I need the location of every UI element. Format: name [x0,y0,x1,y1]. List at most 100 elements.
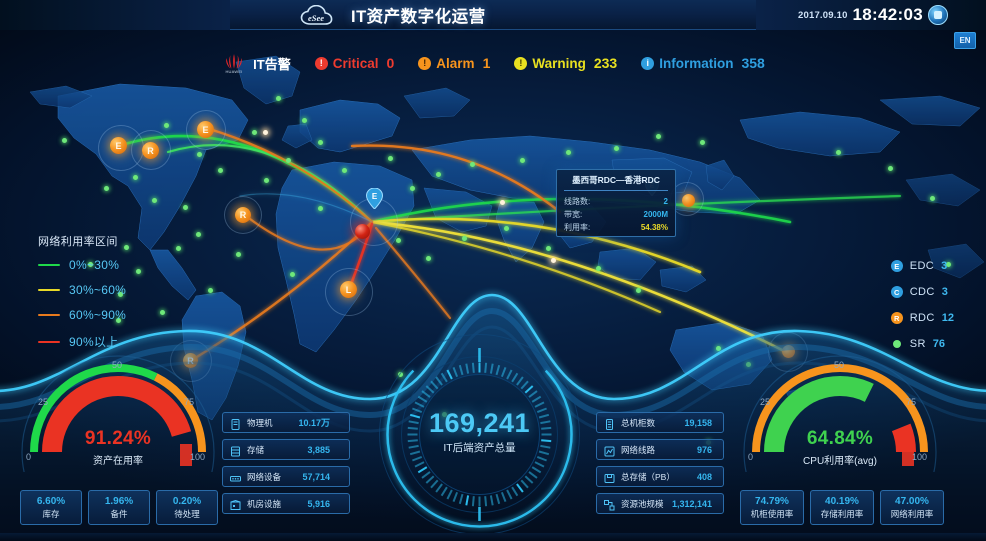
pill-label: 存储 [247,444,265,455]
map-pin-edc[interactable]: E [365,187,384,210]
sr-node-dot [700,140,705,145]
pill-value: 5,916 [307,498,330,509]
legend-row: 0%~30% [38,258,126,272]
gauge-tick-25: 25 [38,397,49,407]
dashboard-stage: E R E R L R E E [0,0,986,541]
tooltip-title: 墨西哥RDC—香港RDC [564,174,668,191]
pill-value: 1,312,141 [671,498,712,509]
stat-value: 47.00% [895,495,929,507]
map-node-rdc[interactable]: R [235,207,251,223]
sr-node-dot [342,168,347,173]
svg-text:HUAWEI: HUAWEI [226,69,243,74]
sr-node-dot [196,232,201,237]
svg-text:E: E [372,192,378,201]
pill-network-lines[interactable]: 网络线路 976 [596,439,724,460]
alarm-name: Information [659,55,734,71]
alarm-bar-label: IT告警 [253,56,291,72]
map-node-rdc[interactable]: R [142,142,159,159]
sr-node-dot [436,172,441,177]
legend-row: 30%~60% [38,283,126,297]
stat-label: 备件 [110,508,128,519]
pill-value: 57,714 [302,471,330,482]
sr-node-dot [183,205,188,210]
legend-label: 30%~60% [69,283,127,297]
stat-card-inventory[interactable]: 6.60% 库存 [20,490,82,525]
tooltip-value: 54.38% [640,223,668,232]
total-assets-value: 169,241 [428,408,531,438]
site-legend-name: CDC [909,286,935,298]
legend-row: 60%~90% [38,308,126,322]
alarm-item-critical[interactable]: ! Critical 0 [314,55,394,71]
sr-node-dot [546,246,551,251]
esee-wordmark: eSee [308,13,324,23]
pill-datacenter-facility[interactable]: 机房设施 5,916 [222,493,350,514]
alarm-summary-bar: HUAWEI IT告警 ! Critical 0 ! Alarm 1 ! War… [0,50,986,76]
tooltip-value: 2000M [643,210,668,219]
language-toggle-button[interactable]: EN [954,32,976,49]
legend-color-swatch [38,289,60,291]
sr-node-dot [286,158,291,163]
alarm-name: Warning [532,55,586,71]
map-node-rdc[interactable]: E [110,137,127,154]
sr-node-dot [276,96,281,101]
rdc-icon: R [890,312,903,324]
site-legend-count: 12 [941,312,954,324]
map-node-rdc[interactable]: E [197,121,214,138]
sr-node-dot [104,186,109,191]
tooltip-value: 2 [663,197,668,206]
bottom-bar [0,533,986,541]
sr-node-dot [136,269,141,274]
sr-node-dot [152,198,157,203]
map-node-critical[interactable] [355,224,370,239]
clock-group: 2017.09.10 18:42:03 [798,0,948,30]
sr-node-dot [470,162,475,167]
pill-label: 总机柜数 [621,417,656,428]
sr-node-dot [426,256,431,261]
legend-color-swatch [38,340,60,343]
sr-node-dot [504,226,509,231]
stat-card-pending[interactable]: 0.20% 待处理 [156,490,218,525]
stat-card-rack-usage[interactable]: 74.79% 机柜使用率 [740,490,804,525]
site-legend-name: EDC [909,260,935,272]
tooltip-key: 线路数: [564,197,591,206]
stat-card-network-usage[interactable]: 47.00% 网络利用率 [880,490,944,525]
pill-physical-server[interactable]: 物理机 10.17万 [222,412,350,433]
sr-node-dot [596,266,601,271]
site-type-legend: E EDC 3 C CDC 3 R RDC 12 SR 76 [890,260,954,364]
gauge-tick-50: 50 [834,360,845,370]
site-legend-row-rdc: R RDC 12 [890,312,954,324]
critical-icon: ! [314,56,328,70]
disk-icon [604,471,615,483]
legend-label: 90%以上 [69,335,119,349]
pill-total-racks[interactable]: 总机柜数 19,158 [596,412,724,433]
app-header: eSee IT资产数字化运营 2017.09.10 18:42:03 [0,0,986,30]
pill-storage[interactable]: 存储 3,885 [222,439,350,460]
map-node-rdc[interactable] [682,194,695,207]
clock-orb-icon [928,5,948,25]
sr-node-dot [302,118,307,123]
stat-card-spare-parts[interactable]: 1.96% 备件 [88,490,150,525]
pill-network-device[interactable]: 网络设备 57,714 [222,466,350,487]
site-legend-row-cdc: C CDC 3 [890,286,954,298]
sr-node-dot [318,140,323,145]
gauge-tick-25: 25 [760,397,771,407]
pill-resource-pool[interactable]: 资源池规模 1,312,141 [596,493,724,514]
sr-node-dot [62,138,67,143]
alarm-item-alarm[interactable]: ! Alarm 1 [418,55,490,71]
stat-value: 0.20% [172,495,202,507]
alarm-count: 233 [593,55,618,71]
rack-icon [604,417,615,430]
page-title: IT资产数字化运营 [351,8,486,26]
stat-card-storage-usage[interactable]: 40.19% 存储利用率 [810,490,874,525]
network-utilization-legend: 网络利用率区间 0%~30% 30%~60% 60%~90% 90%以上 [38,233,126,361]
sr-node-dot [252,130,257,135]
pill-label: 机房设施 [247,498,282,509]
alarm-item-information[interactable]: i Information 358 [641,55,765,71]
legend-title: 网络利用率区间 [38,236,118,248]
stat-label: 库存 [42,508,60,519]
edc-icon: E [890,260,903,272]
cpu-usage-label: CPU利用率(avg) [803,456,877,467]
pill-total-storage[interactable]: 总存储（PB） 408 [596,466,724,487]
alarm-item-warning[interactable]: ! Warning 233 [514,55,617,71]
asset-usage-value: 91.24% [84,428,152,449]
